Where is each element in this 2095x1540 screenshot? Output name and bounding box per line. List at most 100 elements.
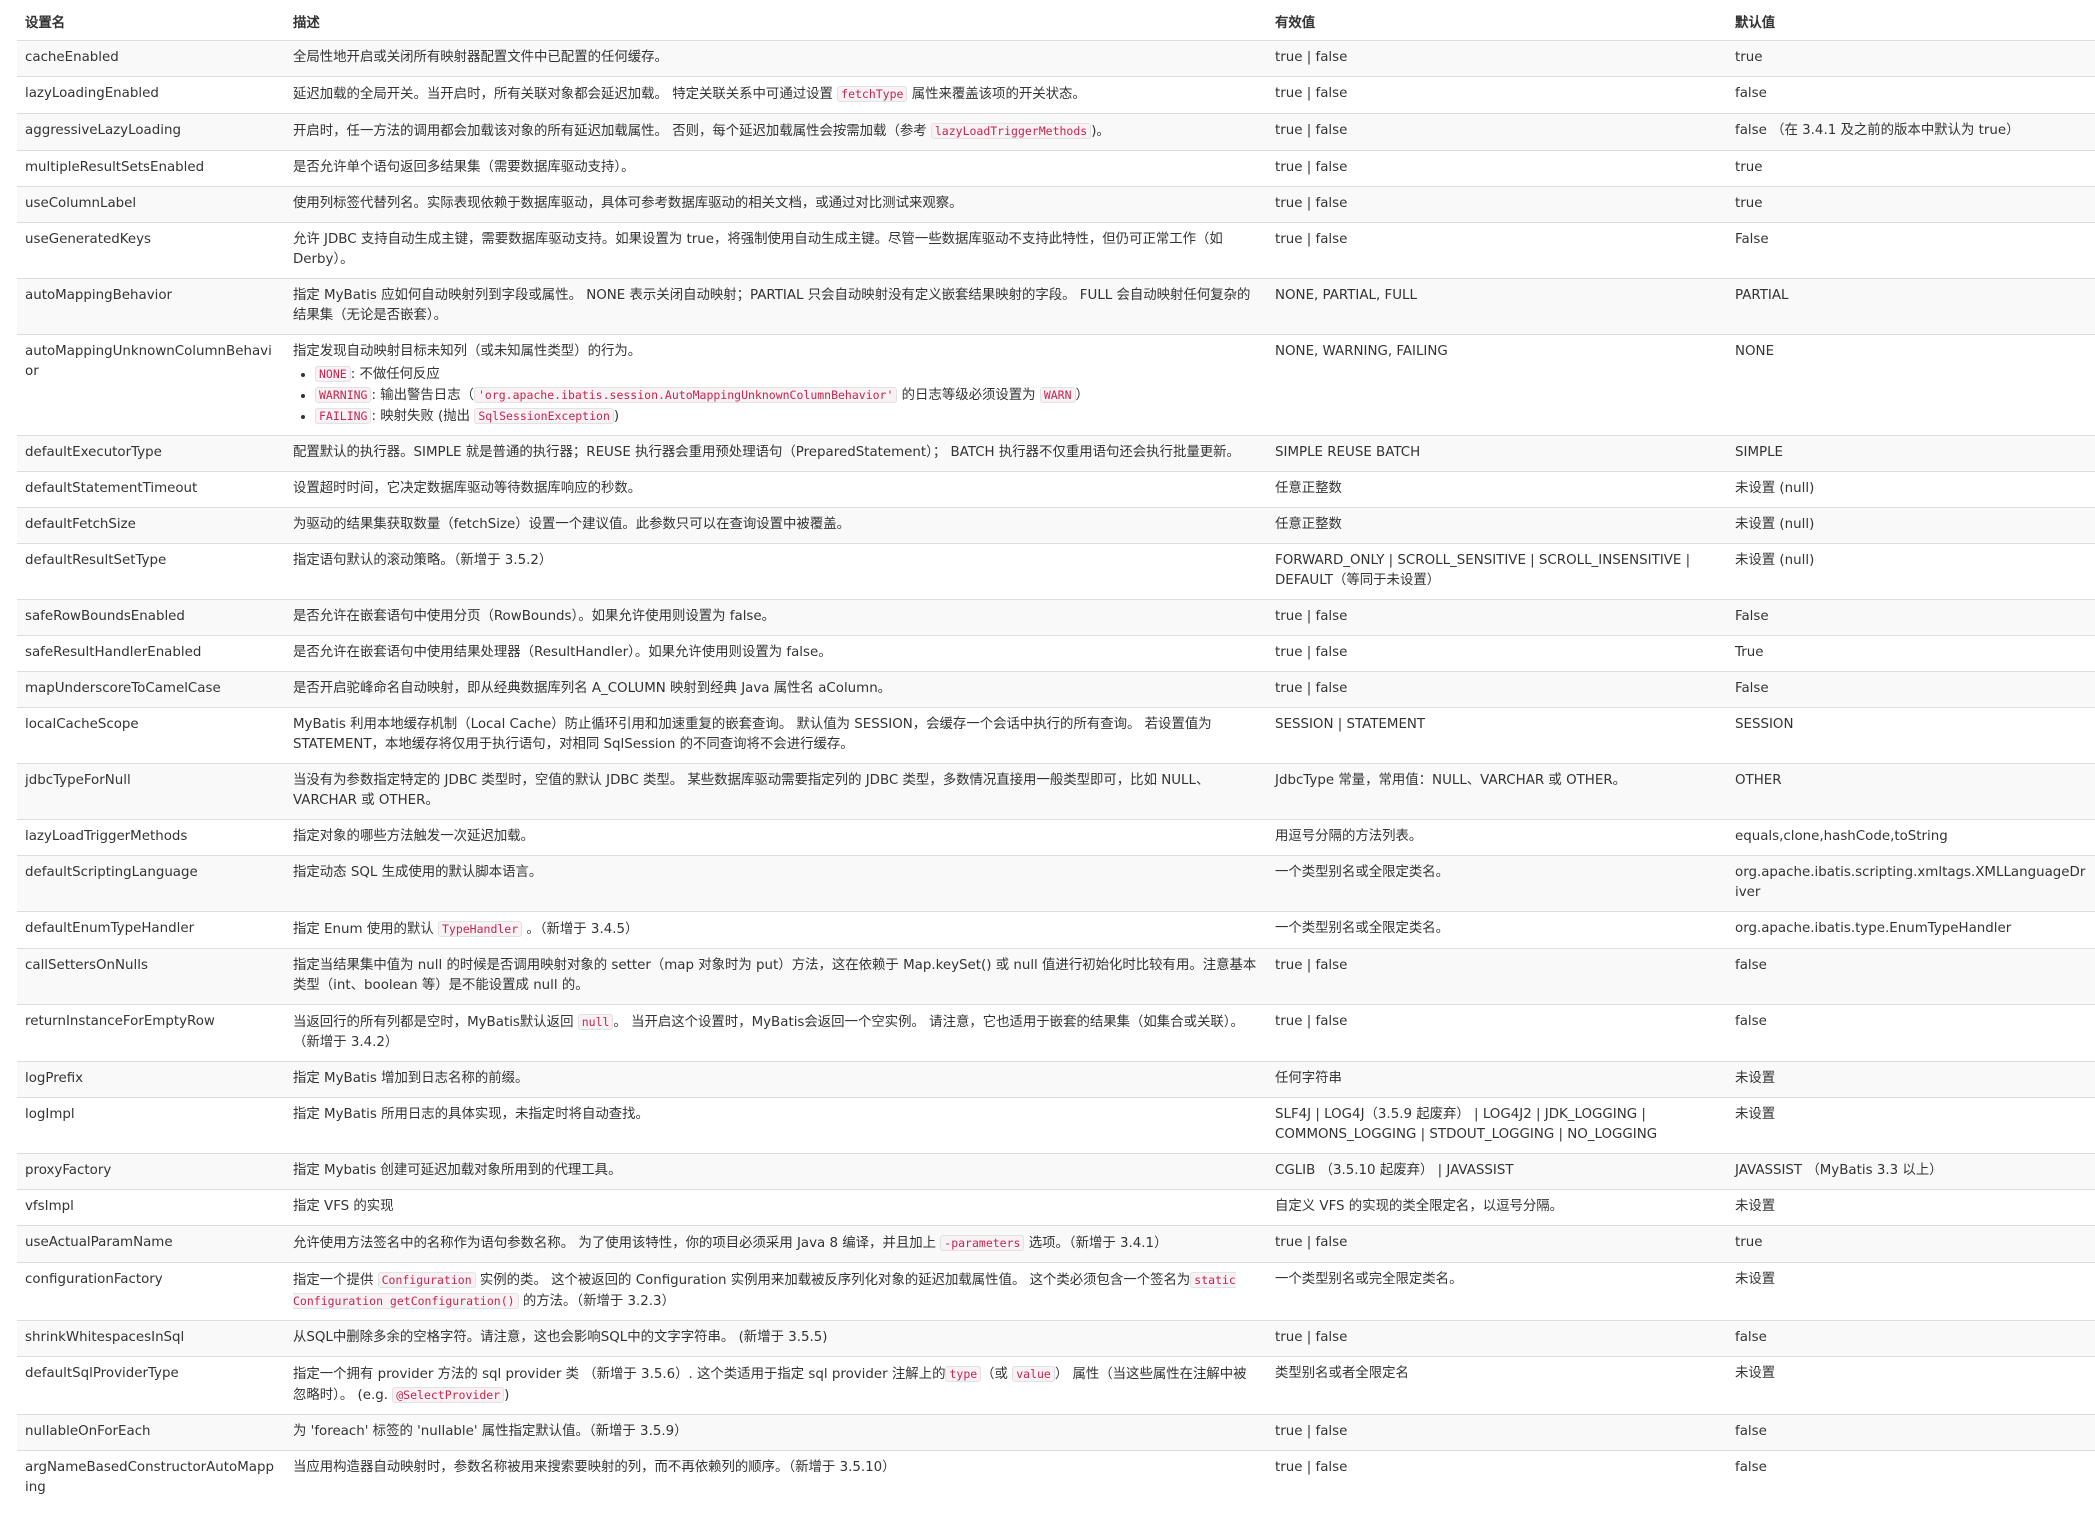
description-text: 开启时，任一方法的调用都会加载该对象的所有延迟加载属性。 否则，每个延迟加载属性… [293,124,931,139]
description-text: 指定一个提供 [293,1273,378,1288]
setting-name-cell: configurationFactory [17,1262,285,1321]
valid-values-cell: true | false [1267,635,1727,672]
description-cell: 当没有为参数指定特定的 JDBC 类型时，空值的默认 JDBC 类型。 某些数据… [285,763,1267,820]
description-cell: 指定一个拥有 provider 方法的 sql provider 类 （新增于 … [285,1356,1267,1415]
description-cell: 指定 Mybatis 创建可延迟加载对象所用到的代理工具。 [285,1153,1267,1190]
setting-name-cell: nullableOnForEach [17,1414,285,1451]
description-cell: 指定发现自动映射目标未知列（或未知属性类型）的行为。NONE: 不做任何反应WA… [285,334,1267,436]
valid-values-cell: true | false [1267,150,1727,187]
inline-code: null [577,1014,614,1030]
description-text: 的日志等级必须设置为 [897,388,1040,403]
valid-values-cell: 自定义 VFS 的实现的类全限定名，以逗号分隔。 [1267,1189,1727,1226]
default-value-cell: True [1727,635,2095,672]
default-value-cell: true [1727,40,2095,77]
setting-name-cell: defaultScriptingLanguage [17,855,285,912]
setting-name-cell: autoMappingBehavior [17,278,285,335]
description-text: 允许 JDBC 支持自动生成主键，需要数据库驱动支持。如果设置为 true，将强… [293,232,1223,267]
inline-code: WARN [1039,387,1076,403]
default-value-cell: 未设置 [1727,1356,2095,1415]
description-cell: 使用列标签代替列名。实际表现依赖于数据库驱动，具体可参考数据库驱动的相关文档，或… [285,186,1267,223]
valid-values-cell: true | false [1267,671,1727,708]
description-text: 是否允许单个语句返回多结果集（需要数据库驱动支持）。 [293,160,635,175]
option-list-item: WARNING: 输出警告日志（'org.apache.ibatis.sessi… [315,385,1259,406]
description-text: 指定语句默认的滚动策略。（新增于 3.5.2） [293,553,553,568]
table-row: logImpl 指定 MyBatis 所用日志的具体实现，未指定时将自动查找。 SL… [17,1097,2095,1154]
default-value-cell: 未设置 (null) [1727,543,2095,600]
default-value-cell: NONE [1727,334,2095,436]
description-text: 配置默认的执行器。SIMPLE 就是普通的执行器；REUSE 执行器会重用预处理… [293,445,1240,460]
table-header-row: 设置名 描述 有效值 默认值 [17,10,2095,41]
header-setting-name: 设置名 [17,10,285,41]
description-text: 指定动态 SQL 生成使用的默认脚本语言。 [293,865,543,880]
table-row: useColumnLabel 使用列标签代替列名。实际表现依赖于数据库驱动，具体可… [17,186,2095,223]
description-text: 指定 MyBatis 增加到日志名称的前缀。 [293,1071,529,1086]
inline-code: type [945,1366,982,1382]
default-value-cell: false [1727,948,2095,1005]
valid-values-cell: 用逗号分隔的方法列表。 [1267,819,1727,856]
table-row: defaultFetchSize 为驱动的结果集获取数量（fetchSize）设置… [17,507,2095,544]
description-cell: 指定当结果集中值为 null 的时候是否调用映射对象的 setter（map 对… [285,948,1267,1005]
valid-values-cell: true | false [1267,948,1727,1005]
setting-name-cell: lazyLoadingEnabled [17,76,285,114]
table-row: argNameBasedConstructorAutoMapping 当应用构造器… [17,1450,2095,1506]
default-value-cell: false [1727,76,2095,114]
setting-name-cell: returnInstanceForEmptyRow [17,1004,285,1062]
header-default-value: 默认值 [1727,10,2095,41]
setting-name-cell: proxyFactory [17,1153,285,1190]
valid-values-cell: NONE, PARTIAL, FULL [1267,278,1727,335]
setting-name-cell: useGeneratedKeys [17,222,285,279]
header-description: 描述 [285,10,1267,41]
setting-name-cell: logImpl [17,1097,285,1154]
description-text: 选项。（新增于 3.4.1） [1024,1236,1168,1251]
description-cell: 是否开启驼峰命名自动映射，即从经典数据库列名 A_COLUMN 映射到经典 Ja… [285,671,1267,708]
table-row: configurationFactory 指定一个提供 Configuration… [17,1262,2095,1321]
table-row: lazyLoadTriggerMethods 指定对象的哪些方法触发一次延迟加载。… [17,819,2095,856]
table-row: multipleResultSetsEnabled 是否允许单个语句返回多结果集（… [17,150,2095,187]
description-text: 实例的类。 这个被返回的 Configuration 实例用来加载被反序列化对象… [475,1273,1191,1288]
description-cell: 当应用构造器自动映射时，参数名称被用来搜索要映射的列，而不再依赖列的顺序。（新增… [285,1450,1267,1506]
description-cell: 是否允许在嵌套语句中使用结果处理器（ResultHandler）。如果允许使用则… [285,635,1267,672]
description-text: 从SQL中删除多余的空格字符。请注意，这也会影响SQL中的文字字符串。 (新增于… [293,1330,828,1345]
setting-name-cell: useActualParamName [17,1225,285,1263]
default-value-cell: false [1727,1004,2095,1062]
table-row: aggressiveLazyLoading 开启时，任一方法的调用都会加载该对象的… [17,113,2095,151]
inline-code: -parameters [940,1235,1025,1251]
default-value-cell: 未设置 [1727,1061,2095,1098]
description-cell: 指定动态 SQL 生成使用的默认脚本语言。 [285,855,1267,912]
default-value-cell: false [1727,1320,2095,1357]
valid-values-cell: FORWARD_ONLY | SCROLL_SENSITIVE | SCROLL… [1267,543,1727,600]
table-row: shrinkWhitespacesInSql 从SQL中删除多余的空格字符。请注意… [17,1320,2095,1357]
table-row: defaultStatementTimeout 设置超时时间，它决定数据库驱动等待… [17,471,2095,508]
table-row: lazyLoadingEnabled 延迟加载的全局开关。当开启时，所有关联对象都… [17,76,2095,114]
setting-name-cell: defaultExecutorType [17,435,285,472]
description-text: 是否允许在嵌套语句中使用结果处理器（ResultHandler）。如果允许使用则… [293,645,832,660]
table-row: defaultScriptingLanguage 指定动态 SQL 生成使用的默认… [17,855,2095,912]
default-value-cell: 未设置 [1727,1262,2095,1321]
inline-code: fetchType [837,86,908,102]
description-text: 当没有为参数指定特定的 JDBC 类型时，空值的默认 JDBC 类型。 某些数据… [293,773,1210,808]
default-value-cell: org.apache.ibatis.scripting.xmltags.XMLL… [1727,855,2095,912]
default-value-cell: true [1727,150,2095,187]
valid-values-cell: SIMPLE REUSE BATCH [1267,435,1727,472]
description-text: 指定对象的哪些方法触发一次延迟加载。 [293,829,535,844]
setting-name-cell: cacheEnabled [17,40,285,77]
description-text: 允许使用方法签名中的名称作为语句参数名称。 为了使用该特性，你的项目必须采用 J… [293,1236,941,1251]
valid-values-cell: 一个类型别名或全限定类名。 [1267,911,1727,949]
default-value-cell: 未设置 (null) [1727,507,2095,544]
valid-values-cell: SLF4J | LOG4J（3.5.9 起废弃） | LOG4J2 | JDK_… [1267,1097,1727,1154]
default-value-cell: 未设置 (null) [1727,471,2095,508]
valid-values-cell: JdbcType 常量，常用值：NULL、VARCHAR 或 OTHER。 [1267,763,1727,820]
inline-code: SqlSessionException [474,408,614,424]
valid-values-cell: CGLIB （3.5.10 起废弃） | JAVASSIST [1267,1153,1727,1190]
description-text: 指定 VFS 的实现 [293,1199,394,1214]
valid-values-cell: true | false [1267,599,1727,636]
setting-name-cell: shrinkWhitespacesInSql [17,1320,285,1357]
description-text: ) [613,409,620,424]
description-text: : 不做任何反应 [350,367,440,382]
description-text: 指定 MyBatis 应如何自动映射列到字段或属性。 NONE 表示关闭自动映射… [293,288,1251,323]
setting-name-cell: defaultFetchSize [17,507,285,544]
description-text: 属性来覆盖该项的开关状态。 [907,87,1086,102]
description-cell: 配置默认的执行器。SIMPLE 就是普通的执行器；REUSE 执行器会重用预处理… [285,435,1267,472]
table-row: defaultExecutorType 配置默认的执行器。SIMPLE 就是普通的… [17,435,2095,472]
default-value-cell: true [1727,186,2095,223]
